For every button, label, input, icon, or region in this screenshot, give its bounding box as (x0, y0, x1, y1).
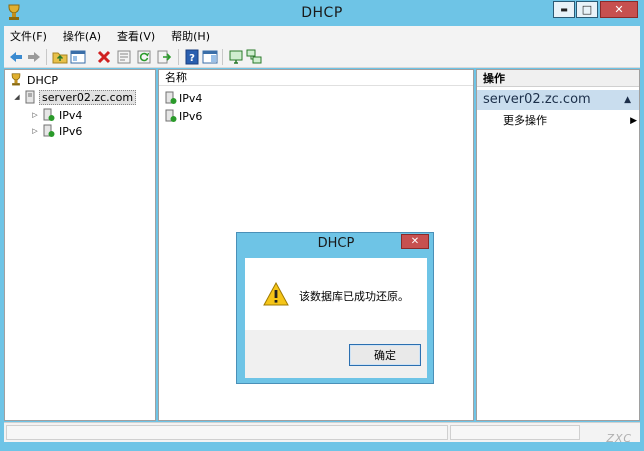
help-icon[interactable]: ? (184, 49, 200, 65)
actions-pane: 操作 server02.zc.com ▲ 更多操作 ▶ (476, 69, 640, 421)
list-item[interactable]: IPv6 (165, 108, 202, 124)
status-segment (6, 425, 448, 440)
close-icon: ✕ (614, 3, 624, 16)
expand-arrow-icon[interactable]: ▷ (31, 111, 39, 119)
maximize-button[interactable]: □ (576, 1, 598, 18)
collapse-arrow-icon[interactable]: ◢ (13, 93, 21, 101)
status-bar (4, 422, 640, 442)
actions-server-section[interactable]: server02.zc.com ▲ (477, 90, 639, 110)
status-segment (450, 425, 580, 440)
more-actions-label: 更多操作 (503, 114, 547, 127)
tree-ipv6-label: IPv6 (59, 124, 83, 138)
tree-ipv4-label: IPv4 (59, 108, 83, 122)
menu-action[interactable]: 操作(A) (57, 28, 107, 44)
more-actions-item[interactable]: 更多操作 ▶ (503, 113, 637, 129)
back-icon[interactable] (8, 49, 24, 65)
menu-file[interactable]: 文件(F) (4, 28, 53, 44)
tree-server[interactable]: ◢ server02.zc.com (13, 89, 137, 105)
export-icon[interactable] (156, 49, 172, 65)
console-tree-pane[interactable]: DHCP ◢ server02.zc.com ▷ IPv4 ▷ IPv6 (4, 69, 156, 421)
ipv6-server-icon (43, 124, 55, 137)
list-item-label: IPv6 (179, 109, 203, 123)
menu-help[interactable]: 帮助(H) (165, 28, 216, 44)
tree-root-label: DHCP (27, 73, 59, 87)
server-icon (25, 90, 35, 104)
ipv6-server-icon (165, 109, 177, 122)
dialog-body: 该数据库已成功还原。 确定 (245, 258, 427, 378)
up-folder-icon[interactable] (52, 49, 68, 65)
ipv4-server-icon (43, 108, 55, 121)
message-dialog: DHCP ✕ 该数据库已成功还原。 确定 (236, 232, 434, 384)
ok-button[interactable]: 确定 (349, 344, 421, 366)
close-icon: ✕ (410, 236, 420, 247)
network-icon[interactable] (246, 49, 262, 65)
dhcp-trophy-icon (11, 73, 21, 86)
column-header-name[interactable]: 名称 (159, 70, 473, 86)
refresh-icon[interactable] (136, 49, 152, 65)
minimize-button[interactable]: ▬ (553, 1, 575, 18)
warning-icon (263, 282, 289, 306)
list-item[interactable]: IPv4 (165, 90, 202, 106)
dialog-message: 该数据库已成功还原。 (299, 290, 409, 303)
console-tree-icon[interactable] (70, 49, 86, 65)
tree-server-label: server02.zc.com (39, 89, 137, 105)
dialog-message-area: 该数据库已成功还原。 (245, 258, 427, 330)
action-pane-icon[interactable] (202, 49, 218, 65)
menu-view[interactable]: 查看(V) (111, 28, 161, 44)
minimize-icon: ▬ (560, 5, 568, 14)
collapse-up-icon[interactable]: ▲ (624, 90, 631, 110)
svg-text:?: ? (189, 53, 195, 64)
menu-bar: 文件(F) 操作(A) 查看(V) 帮助(H) (4, 26, 640, 46)
toolbar-separator (178, 49, 179, 65)
tree-root[interactable]: DHCP (9, 72, 58, 88)
submenu-arrow-icon: ▶ (630, 116, 637, 126)
actions-server-label: server02.zc.com (483, 92, 591, 107)
dialog-close-button[interactable]: ✕ (401, 234, 429, 249)
watermark: ZXC (606, 432, 632, 445)
tree-ipv4[interactable]: ▷ IPv4 (31, 107, 82, 123)
delete-icon[interactable] (96, 49, 112, 65)
close-button[interactable]: ✕ (600, 1, 638, 18)
forward-icon[interactable] (26, 49, 42, 65)
list-item-label: IPv4 (179, 91, 203, 105)
window-title: DHCP (301, 5, 343, 21)
title-bar[interactable]: DHCP ▬ □ ✕ (0, 0, 644, 26)
toolbar-separator (46, 49, 47, 65)
maximize-icon: □ (581, 3, 593, 16)
properties-icon[interactable] (116, 49, 132, 65)
ipv4-server-icon (165, 91, 177, 104)
expand-arrow-icon[interactable]: ▷ (31, 127, 39, 135)
tree-ipv6[interactable]: ▷ IPv6 (31, 123, 82, 139)
toolbar: ? (4, 46, 640, 68)
actions-header: 操作 (477, 70, 639, 87)
toolbar-separator (222, 49, 223, 65)
monitor-icon[interactable] (228, 49, 244, 65)
